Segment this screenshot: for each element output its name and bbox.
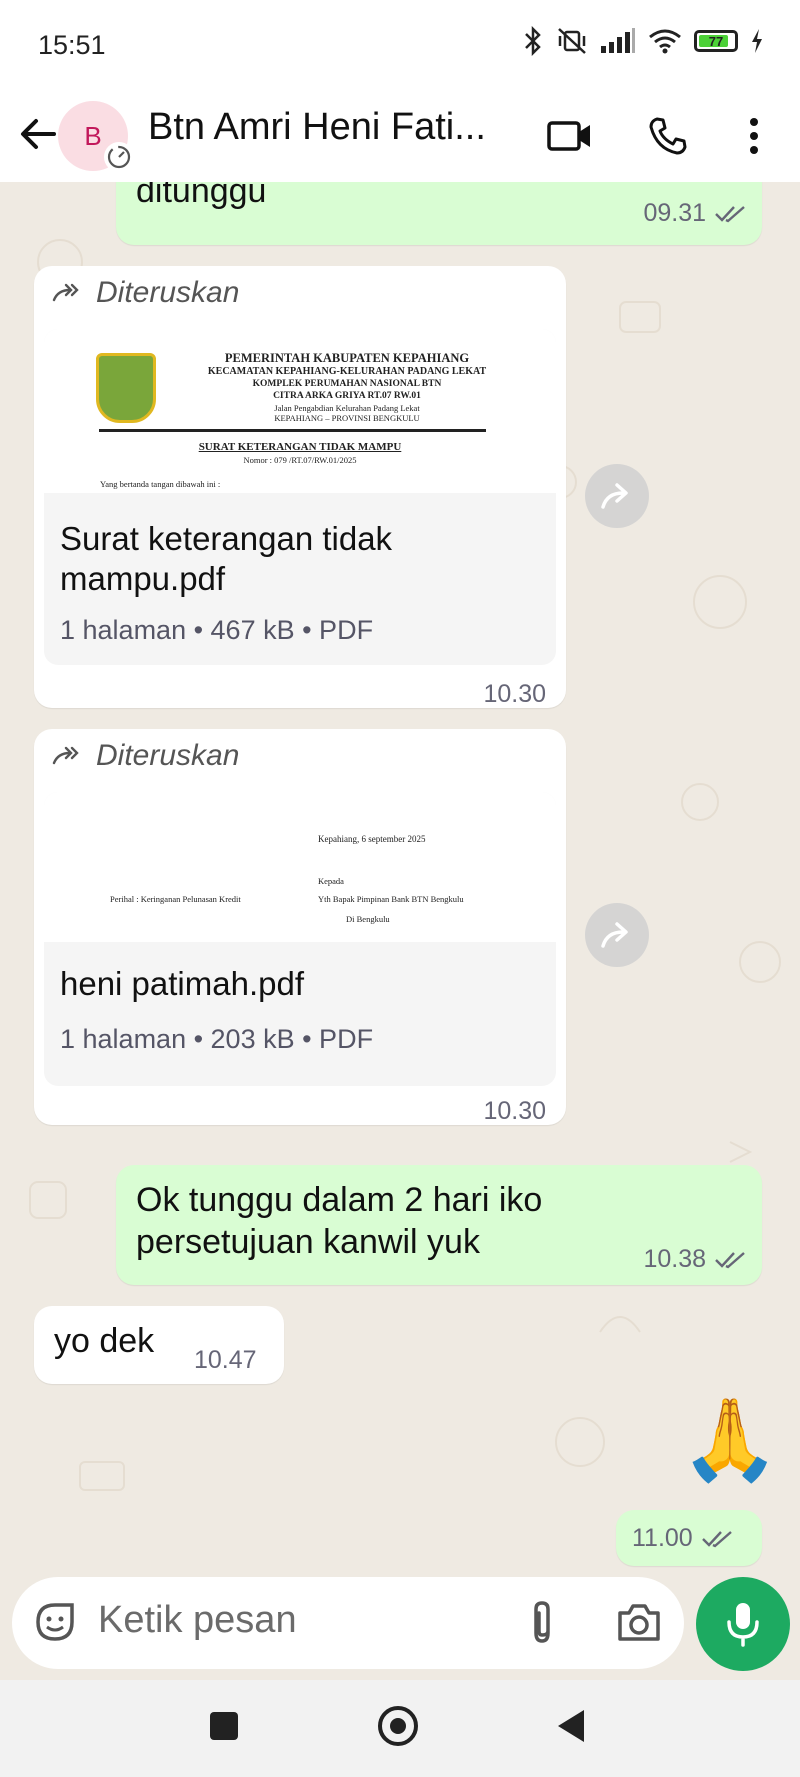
arrow-left-icon (21, 119, 56, 149)
preview-line: PEMERINTAH KABUPATEN KEPAHIANG (224, 351, 470, 365)
mute-vibrate-icon (558, 28, 586, 54)
message-composer[interactable]: Ketik pesan (12, 1577, 684, 1669)
forwarded-label: Diteruskan (52, 739, 239, 773)
video-camera-icon (547, 121, 590, 151)
document-info: 1 halaman • 467 kB • PDF (60, 615, 374, 645)
home-button[interactable] (378, 1706, 418, 1746)
preview-line: KOMPLEK PERUMAHAN NASIONAL BTN (252, 379, 442, 389)
double-check-icon (715, 1251, 745, 1268)
message-time: 09.31 (643, 199, 706, 227)
disappearing-timer-icon (104, 142, 134, 172)
preview-line: KECAMATAN KEPAHIANG-KELURAHAN PADANG LEK… (207, 366, 487, 377)
message-meta: 10.38 (643, 1245, 746, 1274)
incoming-forwarded-document[interactable]: Diteruskan PEMERINTAH KABUPATEN KEPAHIAN… (34, 266, 566, 708)
incoming-message[interactable]: yo dek 10.47 (34, 1306, 284, 1384)
paperclip-icon (534, 1601, 550, 1643)
battery-percent: 77 (708, 34, 724, 49)
attach-button[interactable] (526, 1599, 560, 1652)
bluetooth-icon (525, 26, 541, 56)
preview-kepada: Kepada (318, 876, 344, 886)
message-meta: 11.00 (632, 1524, 733, 1553)
message-time: 10.30 (483, 1097, 546, 1125)
message-meta: 10.30 (483, 1097, 546, 1126)
preview-rule (99, 429, 486, 432)
forwarded-icon (52, 283, 79, 302)
document-preview: Kepahiang, 6 september 2025 Kepada Perih… (44, 792, 556, 942)
emoji-message-meta: 11.00 (616, 1510, 762, 1566)
preview-perihal: Perihal : Keringanan Pelunasan Kredit (110, 894, 241, 904)
document-card[interactable]: PEMERINTAH KABUPATEN KEPAHIANG KECAMATAN… (44, 329, 556, 665)
message-time: 10.30 (483, 680, 546, 708)
charging-icon (752, 29, 762, 53)
message-text-line: persetujuan kanwil yuk (136, 1223, 480, 1261)
message-time: 10.38 (643, 1245, 706, 1273)
forwarded-label: Diteruskan (52, 276, 239, 310)
back-button[interactable] (14, 110, 62, 158)
status-bar: 15:51 77 (0, 0, 800, 90)
document-name: Surat keterangan tidak mampu.pdf (60, 520, 393, 597)
forward-message-button[interactable] (585, 464, 649, 528)
more-options-button[interactable] (726, 108, 782, 164)
document-name: heni patimah.pdf (60, 965, 305, 1002)
share-arrow-icon (601, 483, 628, 509)
forwarded-icon (52, 746, 79, 765)
preview-line: CITRA ARKA GRIYA RT.07 RW.01 (273, 391, 421, 401)
message-text-line: Ok tunggu dalam 2 hari iko (136, 1181, 543, 1219)
preview-date: Kepahiang, 6 september 2025 (318, 834, 426, 844)
camera-button[interactable] (616, 1601, 662, 1648)
message-list[interactable]: ditunggu 09.31 Diteruskan PEMERINTAH KAB… (0, 182, 800, 1582)
voice-call-button[interactable] (640, 108, 696, 164)
document-card[interactable]: Kepahiang, 6 september 2025 Kepada Perih… (44, 792, 556, 1086)
sticker-button[interactable] (32, 1599, 78, 1650)
message-meta: 10.30 (483, 680, 546, 709)
message-meta: 09.31 (643, 199, 746, 228)
message-text: yo dek (54, 1322, 155, 1360)
sticker-icon (36, 1603, 74, 1641)
double-check-icon (701, 1530, 732, 1547)
chat-header: B Btn Amri Heni Fati... (0, 90, 800, 182)
battery-indicator: 77 (694, 30, 738, 52)
contact-name[interactable]: Btn Amri Heni Fati... (148, 106, 508, 149)
preview-body: Yang bertanda tangan dibawah ini : (100, 479, 221, 489)
preview-nomor: Nomor : 079 /RT.07/RW.01/2025 (243, 455, 357, 465)
message-input[interactable]: Ketik pesan (98, 1599, 297, 1642)
document-info: 1 halaman • 203 kB • PDF (60, 1024, 374, 1054)
emoji-message[interactable]: 🙏 (680, 1392, 780, 1488)
forward-message-button[interactable] (585, 903, 649, 967)
document-preview: PEMERINTAH KABUPATEN KEPAHIANG KECAMATAN… (44, 329, 556, 493)
status-icons: 77 (522, 26, 764, 56)
message-meta: 10.47 (194, 1346, 257, 1375)
preview-heading: SURAT KETERANGAN TIDAK MAMPU (198, 441, 402, 453)
more-vertical-icon (750, 118, 758, 154)
message-time: 11.00 (632, 1524, 693, 1552)
outgoing-message[interactable]: Ok tunggu dalam 2 hari iko persetujuan k… (116, 1165, 762, 1285)
home-dot-icon (390, 1718, 406, 1734)
wifi-icon (649, 29, 681, 54)
incoming-forwarded-document[interactable]: Diteruskan Kepahiang, 6 september 2025 K… (34, 729, 566, 1125)
system-navigation-bar (0, 1680, 800, 1777)
share-arrow-icon (601, 922, 628, 948)
camera-icon (618, 1604, 660, 1641)
voice-message-button[interactable] (696, 1577, 790, 1671)
message-text: ditunggu (136, 182, 267, 210)
preview-place: Di Bengkulu (346, 914, 390, 924)
back-nav-button[interactable] (556, 1708, 588, 1744)
preview-recipient: Yth Bapak Pimpinan Bank BTN Bengkulu (318, 894, 464, 904)
message-time: 10.47 (194, 1346, 257, 1374)
double-check-icon (715, 205, 745, 222)
status-time: 15:51 (38, 30, 106, 60)
phone-icon (649, 117, 687, 155)
video-call-button[interactable] (542, 108, 598, 164)
recents-button[interactable] (210, 1712, 238, 1740)
outgoing-message[interactable]: ditunggu 09.31 (116, 182, 762, 245)
forwarded-text: Diteruskan (96, 276, 240, 309)
forwarded-text: Diteruskan (96, 739, 240, 772)
signal-icon (601, 28, 635, 53)
preview-line: Jalan Pengabdian Kelurahan Padang Lekat (274, 403, 420, 413)
preview-line: KEPAHIANG – PROVINSI BENGKULU (274, 413, 420, 423)
microphone-icon (727, 1603, 759, 1647)
contact-avatar[interactable]: B (58, 90, 138, 182)
